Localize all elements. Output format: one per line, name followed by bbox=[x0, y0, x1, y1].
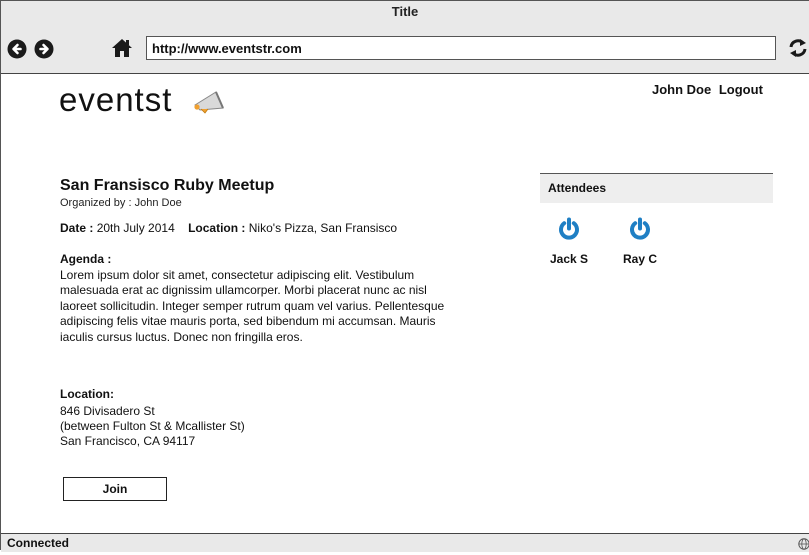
title-bar: Title http://www.eventstr.com bbox=[1, 1, 809, 74]
attendee-item[interactable]: Jack S bbox=[539, 217, 599, 266]
attendee-item[interactable]: Ray C bbox=[610, 217, 670, 266]
address-line: 846 Divisadero St bbox=[60, 404, 155, 418]
address-heading: Location: bbox=[60, 387, 114, 401]
location-value: Niko's Pizza, San Fransisco bbox=[248, 221, 398, 235]
address-line: San Francisco, CA 94117 bbox=[60, 434, 196, 448]
site-logo[interactable]: eventst bbox=[59, 81, 172, 119]
address-bar[interactable]: http://www.eventstr.com bbox=[146, 36, 776, 60]
event-address: 846 Divisadero St (between Fulton St & M… bbox=[60, 404, 245, 449]
agenda-heading: Agenda : bbox=[60, 252, 112, 266]
megaphone-icon bbox=[192, 88, 228, 119]
logo-text: eventst bbox=[59, 81, 173, 118]
agenda-text: Lorem ipsum dolor sit amet, consectetur … bbox=[60, 268, 445, 344]
power-icon bbox=[557, 217, 581, 245]
event-meta: Date : 20th July 2014 Location : Niko's … bbox=[60, 221, 397, 235]
attendees-header: Attendees bbox=[540, 173, 773, 203]
date-value: 20th July 2014 bbox=[96, 221, 175, 235]
event-organizer: Organized by : John Doe bbox=[60, 197, 182, 209]
window-title: Title bbox=[391, 4, 419, 19]
date-label: Date : bbox=[60, 221, 94, 235]
user-menu: John Doe Logout bbox=[652, 82, 767, 97]
page-content: eventst John Doe Logout San Fransisco Ru… bbox=[1, 74, 809, 533]
refresh-icon[interactable] bbox=[787, 37, 809, 64]
forward-icon[interactable] bbox=[34, 39, 54, 64]
connection-status: Connected bbox=[7, 536, 70, 550]
globe-icon bbox=[798, 537, 809, 555]
user-name[interactable]: John Doe bbox=[652, 82, 711, 97]
attendee-name: Ray C bbox=[622, 252, 657, 266]
back-icon[interactable] bbox=[7, 39, 27, 64]
browser-window: Title http://www.eventstr.com eventst Jo… bbox=[0, 0, 809, 552]
attendee-name: Jack S bbox=[549, 252, 589, 266]
logout-link[interactable]: Logout bbox=[719, 82, 763, 97]
home-icon[interactable] bbox=[111, 37, 133, 64]
join-button[interactable]: Join bbox=[63, 477, 167, 501]
location-label: Location : bbox=[188, 221, 246, 235]
event-title: San Fransisco Ruby Meetup bbox=[60, 177, 275, 194]
attendees-heading: Attendees bbox=[548, 181, 607, 195]
address-line: (between Fulton St & Mcallister St) bbox=[60, 419, 245, 433]
power-icon bbox=[628, 217, 652, 245]
status-bar: Connected bbox=[1, 533, 809, 552]
